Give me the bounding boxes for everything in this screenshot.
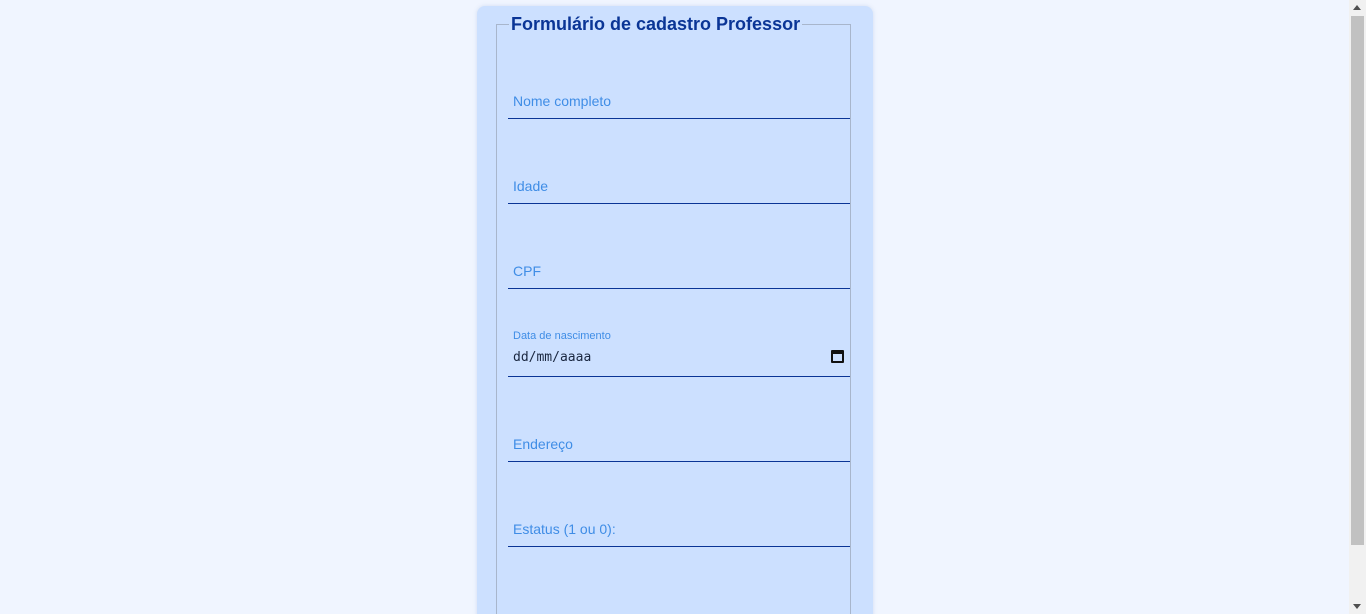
form-card: Formulário de cadastro Professor Nome co… bbox=[477, 6, 873, 614]
calendar-icon[interactable] bbox=[831, 350, 844, 363]
page: Formulário de cadastro Professor Nome co… bbox=[0, 0, 1366, 614]
vertical-scrollbar[interactable] bbox=[1349, 0, 1366, 614]
scroll-up-arrow-icon[interactable] bbox=[1353, 5, 1361, 10]
endereco-input[interactable]: Endereço bbox=[508, 425, 850, 462]
idade-input[interactable]: Idade bbox=[508, 167, 850, 204]
scroll-down-arrow-icon[interactable] bbox=[1353, 604, 1361, 609]
estatus-input[interactable]: Estatus (1 ou 0): bbox=[508, 510, 850, 547]
nome-completo-placeholder: Nome completo bbox=[513, 93, 612, 109]
idade-placeholder: Idade bbox=[513, 178, 549, 194]
data-nascimento-input[interactable]: Data de nascimento dd/mm/aaaa bbox=[508, 330, 850, 377]
cpf-input[interactable]: CPF bbox=[508, 252, 850, 289]
data-nascimento-value: dd/mm/aaaa bbox=[513, 350, 592, 365]
form-title: Formulário de cadastro Professor bbox=[509, 13, 803, 35]
cpf-placeholder: CPF bbox=[513, 263, 541, 279]
estatus-placeholder: Estatus (1 ou 0): bbox=[513, 521, 616, 537]
nome-completo-input[interactable]: Nome completo bbox=[508, 82, 850, 119]
data-nascimento-label: Data de nascimento bbox=[513, 330, 611, 342]
endereco-placeholder: Endereço bbox=[513, 436, 573, 452]
scroll-thumb[interactable] bbox=[1351, 16, 1364, 545]
